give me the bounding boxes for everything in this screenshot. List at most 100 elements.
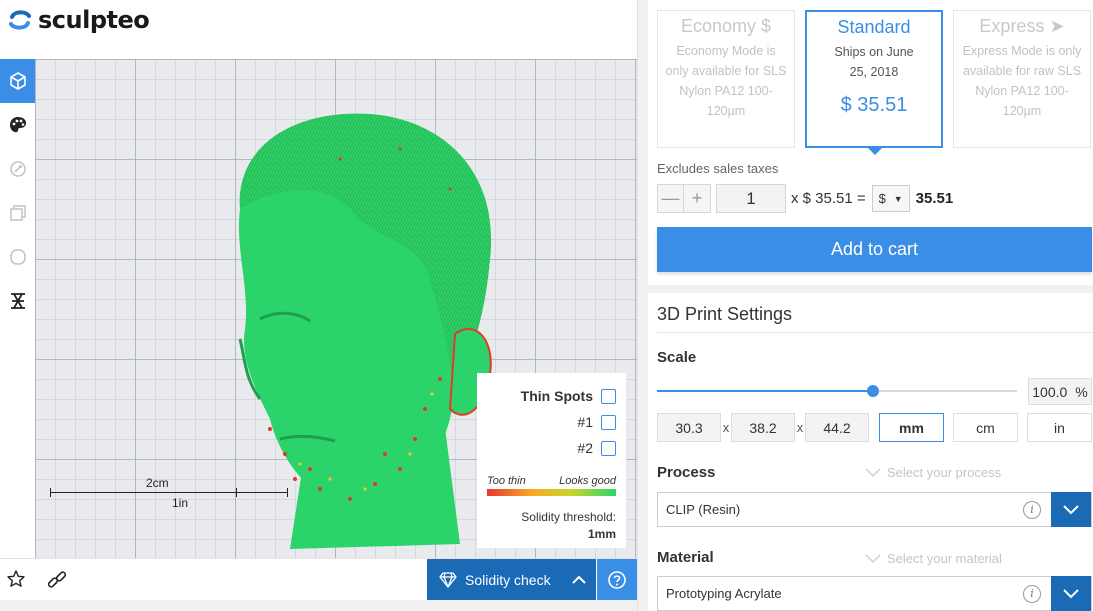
quantity-increase-button[interactable]: + (684, 184, 711, 213)
currency-select[interactable]: $ ▼ (871, 185, 910, 212)
process-hint-text: Select your process (887, 465, 1002, 480)
quantity-input[interactable]: 1 (716, 184, 786, 213)
info-icon[interactable]: i (1023, 584, 1041, 603)
cube-view-button[interactable] (0, 59, 35, 103)
shipping-option-desc: Ships on June 25, 2018 (834, 45, 914, 79)
viewer-toolbar (0, 59, 35, 559)
shipping-option-economy[interactable]: Economy $ Economy Mode is only available… (657, 10, 795, 148)
sculpteo-logo[interactable]: sculpteo (8, 5, 150, 35)
thin-spot-label: #2 (577, 440, 593, 456)
process-dropdown-button[interactable] (1051, 492, 1091, 527)
quantity-row: — + 1 x $ 35.51 = $ ▼ 35.51 (657, 184, 953, 213)
process-select[interactable]: CLIP (Resin) i (657, 492, 1092, 527)
shipping-option-standard[interactable]: Standard Ships on June 25, 2018 $ 35.51 (805, 10, 943, 155)
layers-icon (9, 205, 26, 221)
material-label: Material (657, 549, 714, 566)
minus-icon: — (661, 188, 680, 208)
dimension-separator: x (796, 420, 804, 435)
thickness-gradient-bar (487, 489, 616, 496)
thin-spots-panel: Thin Spots #1 #2 Too thin Looks good Sol… (477, 373, 626, 548)
chevron-down-icon (1063, 588, 1079, 598)
scale-ruler: 2cm 1in (50, 476, 290, 516)
shipping-option-desc: Express Mode is only available for raw S… (962, 44, 1082, 118)
shipping-option-name: Express (979, 16, 1045, 36)
percent-sign: % (1075, 383, 1088, 400)
viewer-bottom-bar: Solidity check (0, 558, 637, 600)
scale-slider-handle[interactable] (867, 385, 879, 397)
process-label: Process (657, 464, 716, 481)
cube-icon (9, 72, 26, 90)
help-button[interactable] (597, 559, 637, 600)
unit-price-text: x $ 35.51 = (791, 190, 866, 207)
selected-notch (866, 146, 884, 155)
thin-spot-item[interactable]: #1 (487, 409, 616, 435)
dimensions-row: 30.3 x 38.2 x 44.2 mm cm in (657, 413, 1092, 442)
diamond-icon (439, 571, 457, 588)
material-dropdown-button[interactable] (1051, 576, 1091, 611)
chevron-down-icon (865, 468, 881, 477)
unit-cm-button[interactable]: cm (953, 413, 1018, 442)
total-price: 35.51 (915, 190, 954, 207)
quantity-decrease-button[interactable]: — (657, 184, 684, 213)
thin-spots-checkbox[interactable] (601, 388, 616, 404)
shipping-option-price: $ 35.51 (840, 94, 908, 116)
thin-spot-label: #1 (577, 414, 593, 430)
cross-section-icon (10, 293, 25, 309)
thin-spot-item[interactable]: #2 (487, 435, 616, 461)
dimension-x-input[interactable]: 30.3 (657, 413, 721, 442)
legend-high-label: Looks good (559, 475, 616, 487)
thickness-legend: Too thin Looks good (487, 475, 616, 487)
process-value: CLIP (Resin) (666, 502, 741, 517)
material-select[interactable]: Prototyping Acrylate i (657, 576, 1092, 611)
color-palette-button[interactable] (0, 103, 35, 147)
legend-low-label: Too thin (487, 475, 526, 487)
shipping-option-desc: Economy Mode is only available for SLS N… (665, 44, 787, 118)
ruler-cm-label: 2cm (146, 476, 169, 490)
money-icon: $ (761, 16, 772, 36)
taxes-note: Excludes sales taxes (657, 161, 779, 176)
ruler-line (50, 492, 288, 493)
solidity-threshold-label: Solidity threshold: (521, 510, 616, 524)
unit-mm-button[interactable]: mm (879, 413, 944, 442)
solidity-threshold-value: 1mm (587, 527, 616, 541)
scale-slider-fill (657, 390, 873, 392)
solidity-check-button[interactable]: Solidity check (427, 559, 596, 600)
material-value: Prototyping Acrylate (666, 586, 782, 601)
cross-section-button[interactable] (0, 279, 35, 323)
chevron-down-icon (865, 554, 881, 563)
sculpteo-logo-icon (9, 10, 31, 30)
shipping-option-express[interactable]: Express ➤ Express Mode is only available… (953, 10, 1091, 148)
ruler-in-label: 1in (172, 496, 189, 510)
material-hint-text: Select your material (887, 551, 1002, 566)
unit-in-button[interactable]: in (1027, 413, 1092, 442)
layers-button[interactable] (0, 191, 35, 235)
thin-spot-checkbox[interactable] (601, 440, 616, 456)
process-hint: Select your process (865, 465, 1001, 480)
plus-icon: + (691, 188, 703, 208)
repair-icon (9, 161, 26, 177)
link-icon[interactable] (46, 569, 68, 591)
solidity-check-label: Solidity check (465, 571, 551, 588)
dimension-y-input[interactable]: 38.2 (731, 413, 795, 442)
currency-value: $ (878, 191, 886, 206)
thin-spots-title: Thin Spots (520, 388, 593, 404)
add-to-cart-button[interactable]: Add to cart (657, 227, 1092, 272)
scale-label: Scale (657, 349, 697, 366)
shape-button[interactable] (0, 235, 35, 279)
scale-percent-value: 100.0 (1032, 383, 1068, 400)
dimension-separator: x (722, 420, 730, 435)
repair-button[interactable] (0, 147, 35, 191)
info-icon[interactable]: i (1023, 500, 1041, 519)
panel-divider (637, 0, 648, 611)
scale-percent-input[interactable]: 100.0 % (1028, 378, 1092, 405)
rocket-icon: ➤ (1049, 16, 1065, 36)
palette-icon (9, 117, 26, 133)
brand-name: sculpteo (38, 6, 150, 34)
material-hint: Select your material (865, 551, 1002, 566)
thin-spot-checkbox[interactable] (601, 414, 616, 430)
star-icon[interactable] (6, 569, 26, 589)
dimension-z-input[interactable]: 44.2 (805, 413, 869, 442)
caret-down-icon: ▼ (893, 193, 903, 204)
shipping-option-name: Economy (680, 16, 756, 36)
thin-spots-toggle[interactable]: Thin Spots (487, 383, 616, 409)
